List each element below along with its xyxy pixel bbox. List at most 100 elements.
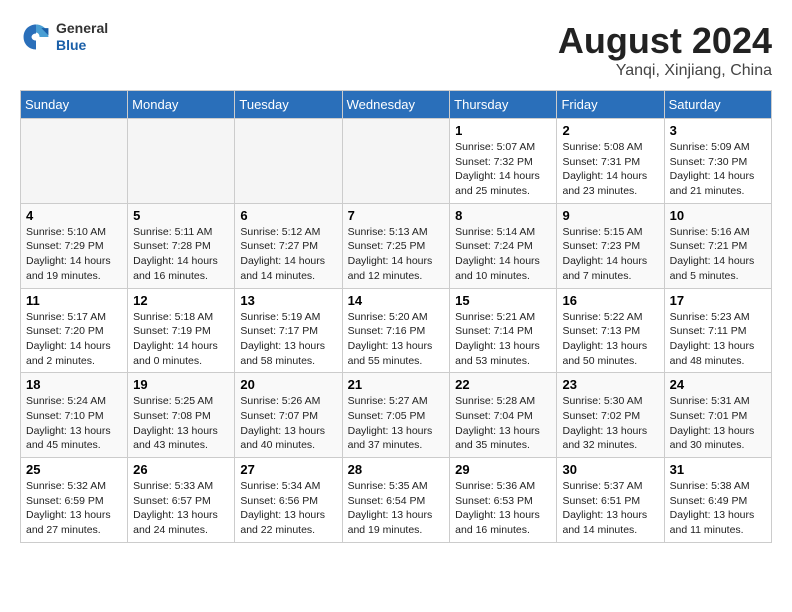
calendar-cell: 6 Sunrise: 5:12 AMSunset: 7:27 PMDaylight… [235,203,342,288]
day-number: 28 [348,462,445,477]
day-info: Sunrise: 5:27 AMSunset: 7:05 PMDaylight:… [348,394,445,453]
day-info: Sunrise: 5:37 AMSunset: 6:51 PMDaylight:… [562,479,658,538]
calendar-cell [21,119,128,204]
day-info: Sunrise: 5:13 AMSunset: 7:25 PMDaylight:… [348,225,445,284]
day-number: 20 [240,377,336,392]
day-number: 2 [562,123,658,138]
calendar-cell: 7Sunrise: 5:13 AMSunset: 7:25 PMDaylight… [342,203,450,288]
day-number: 27 [240,462,336,477]
day-info: Sunrise: 5:17 AMSunset: 7:20 PMDaylight:… [26,310,122,369]
day-number: 21 [348,377,445,392]
day-number: 13 [240,293,336,308]
logo-general-text: General [56,20,108,37]
day-number: 11 [26,293,122,308]
calendar-cell [235,119,342,204]
day-info: Sunrise: 5:09 AMSunset: 7:30 PMDaylight:… [670,140,766,199]
calendar-cell: 31Sunrise: 5:38 AMSunset: 6:49 PMDayligh… [664,458,771,543]
calendar-cell: 19 Sunrise: 5:25 AMSunset: 7:08 PMDayligh… [128,373,235,458]
calendar-cell: 17 Sunrise: 5:23 AMSunset: 7:11 PMDayligh… [664,288,771,373]
day-info: Sunrise: 5:08 AMSunset: 7:31 PMDaylight:… [562,140,658,199]
day-info: Sunrise: 5:19 AMSunset: 7:17 PMDaylight:… [240,310,336,369]
weekday-header-saturday: Saturday [664,91,771,119]
calendar-cell: 28Sunrise: 5:35 AMSunset: 6:54 PMDayligh… [342,458,450,543]
day-info: Sunrise: 5:12 AMSunset: 7:27 PMDaylight:… [240,225,336,284]
calendar-cell: 14 Sunrise: 5:20 AMSunset: 7:16 PMDayligh… [342,288,450,373]
calendar-week-row: 18Sunrise: 5:24 AMSunset: 7:10 PMDayligh… [21,373,772,458]
day-info: Sunrise: 5:36 AMSunset: 6:53 PMDaylight:… [455,479,551,538]
day-info: Sunrise: 5:33 AMSunset: 6:57 PMDaylight:… [133,479,229,538]
day-number: 10 [670,208,766,223]
calendar-cell: 15 Sunrise: 5:21 AMSunset: 7:14 PMDayligh… [450,288,557,373]
calendar-cell: 1Sunrise: 5:07 AMSunset: 7:32 PMDaylight… [450,119,557,204]
calendar-cell: 4Sunrise: 5:10 AMSunset: 7:29 PMDaylight… [21,203,128,288]
weekday-header-thursday: Thursday [450,91,557,119]
calendar-week-row: 4Sunrise: 5:10 AMSunset: 7:29 PMDaylight… [21,203,772,288]
day-info: Sunrise: 5:32 AMSunset: 6:59 PMDaylight:… [26,479,122,538]
day-number: 5 [133,208,229,223]
calendar-cell: 26 Sunrise: 5:33 AMSunset: 6:57 PMDayligh… [128,458,235,543]
day-number: 12 [133,293,229,308]
calendar-cell: 24 Sunrise: 5:31 AMSunset: 7:01 PMDayligh… [664,373,771,458]
weekday-header-wednesday: Wednesday [342,91,450,119]
day-info: Sunrise: 5:28 AMSunset: 7:04 PMDaylight:… [455,394,551,453]
day-info: Sunrise: 5:18 AMSunset: 7:19 PMDaylight:… [133,310,229,369]
day-info: Sunrise: 5:20 AMSunset: 7:16 PMDaylight:… [348,310,445,369]
calendar-cell: 11 Sunrise: 5:17 AMSunset: 7:20 PMDayligh… [21,288,128,373]
page-header: General Blue August 2024 Yanqi, Xinjiang… [20,20,772,80]
calendar-cell: 29 Sunrise: 5:36 AMSunset: 6:53 PMDayligh… [450,458,557,543]
calendar-cell: 9 Sunrise: 5:15 AMSunset: 7:23 PMDaylight… [557,203,664,288]
day-info: Sunrise: 5:15 AMSunset: 7:23 PMDaylight:… [562,225,658,284]
day-number: 14 [348,293,445,308]
weekday-header-tuesday: Tuesday [235,91,342,119]
day-number: 31 [670,462,766,477]
day-number: 15 [455,293,551,308]
day-number: 19 [133,377,229,392]
calendar-cell [342,119,450,204]
day-number: 6 [240,208,336,223]
calendar-cell: 13 Sunrise: 5:19 AMSunset: 7:17 PMDayligh… [235,288,342,373]
day-number: 17 [670,293,766,308]
location-text: Yanqi, Xinjiang, China [558,62,772,80]
calendar-cell: 2 Sunrise: 5:08 AMSunset: 7:31 PMDaylight… [557,119,664,204]
month-title: August 2024 [558,20,772,62]
title-area: August 2024 Yanqi, Xinjiang, China [558,20,772,80]
day-info: Sunrise: 5:24 AMSunset: 7:10 PMDaylight:… [26,394,122,453]
day-info: Sunrise: 5:22 AMSunset: 7:13 PMDaylight:… [562,310,658,369]
logo-text: General Blue [56,20,108,54]
day-number: 24 [670,377,766,392]
calendar-cell: 3Sunrise: 5:09 AMSunset: 7:30 PMDaylight… [664,119,771,204]
day-info: Sunrise: 5:25 AMSunset: 7:08 PMDaylight:… [133,394,229,453]
calendar-week-row: 1Sunrise: 5:07 AMSunset: 7:32 PMDaylight… [21,119,772,204]
calendar-cell: 27 Sunrise: 5:34 AMSunset: 6:56 PMDayligh… [235,458,342,543]
day-number: 16 [562,293,658,308]
logo-blue-text: Blue [56,37,108,54]
day-number: 8 [455,208,551,223]
day-info: Sunrise: 5:34 AMSunset: 6:56 PMDaylight:… [240,479,336,538]
calendar-cell: 12 Sunrise: 5:18 AMSunset: 7:19 PMDayligh… [128,288,235,373]
calendar-cell: 30 Sunrise: 5:37 AMSunset: 6:51 PMDayligh… [557,458,664,543]
calendar-cell: 16 Sunrise: 5:22 AMSunset: 7:13 PMDayligh… [557,288,664,373]
calendar-cell: 22Sunrise: 5:28 AMSunset: 7:04 PMDayligh… [450,373,557,458]
day-number: 29 [455,462,551,477]
day-info: Sunrise: 5:31 AMSunset: 7:01 PMDaylight:… [670,394,766,453]
calendar-week-row: 11 Sunrise: 5:17 AMSunset: 7:20 PMDayligh… [21,288,772,373]
calendar-week-row: 25 Sunrise: 5:32 AMSunset: 6:59 PMDayligh… [21,458,772,543]
day-info: Sunrise: 5:23 AMSunset: 7:11 PMDaylight:… [670,310,766,369]
day-number: 30 [562,462,658,477]
weekday-header-row: SundayMondayTuesdayWednesdayThursdayFrid… [21,91,772,119]
day-info: Sunrise: 5:21 AMSunset: 7:14 PMDaylight:… [455,310,551,369]
calendar-cell: 23Sunrise: 5:30 AMSunset: 7:02 PMDayligh… [557,373,664,458]
day-info: Sunrise: 5:30 AMSunset: 7:02 PMDaylight:… [562,394,658,453]
calendar-cell: 20Sunrise: 5:26 AMSunset: 7:07 PMDayligh… [235,373,342,458]
day-number: 26 [133,462,229,477]
day-number: 9 [562,208,658,223]
day-number: 25 [26,462,122,477]
calendar-table: SundayMondayTuesdayWednesdayThursdayFrid… [20,90,772,543]
weekday-header-friday: Friday [557,91,664,119]
day-number: 1 [455,123,551,138]
logo: General Blue [20,20,108,54]
calendar-cell: 10Sunrise: 5:16 AMSunset: 7:21 PMDayligh… [664,203,771,288]
calendar-cell: 8Sunrise: 5:14 AMSunset: 7:24 PMDaylight… [450,203,557,288]
logo-icon [20,21,52,53]
day-info: Sunrise: 5:10 AMSunset: 7:29 PMDaylight:… [26,225,122,284]
